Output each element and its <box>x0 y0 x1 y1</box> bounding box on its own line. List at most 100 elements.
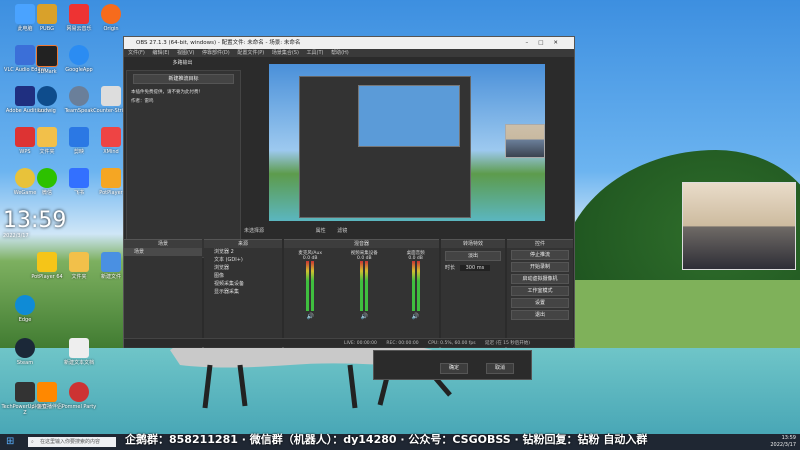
ok-button[interactable]: 确定 <box>440 363 468 374</box>
desktop-icon[interactable]: GoogleApp <box>54 45 104 73</box>
source-item[interactable]: 浏览器 <box>204 264 282 272</box>
scenes-header: 场景 <box>124 240 202 248</box>
transition-duration-row: 时长 300 ms <box>441 264 505 271</box>
cpu-fps: CPU: 0.5%, 60.00 fps <box>428 341 476 346</box>
channel-level: 0.0 dB <box>302 256 318 261</box>
desktop-icon[interactable]: Pommel Party <box>54 382 104 410</box>
stop-streaming-button[interactable]: 停止推流 <box>511 250 569 260</box>
sources-header: 来源 <box>204 240 282 248</box>
transitions-dock: 转场特效 淡出 时长 300 ms <box>441 239 505 348</box>
tray-time[interactable]: 13:59 <box>736 435 796 442</box>
volume-meter <box>365 261 369 311</box>
steam-icon <box>15 338 35 358</box>
source-item[interactable]: 视频采集设备 <box>204 280 282 288</box>
duration-label: 时长 <box>445 265 456 271</box>
volume-meter <box>411 261 415 311</box>
scenes-dock: 场景 场景 + − ∧ ∨ <box>124 239 202 348</box>
volume-meter <box>360 261 364 311</box>
desktop-icon[interactable]: Origin <box>86 4 136 32</box>
menu-edit[interactable]: 编辑(E) <box>152 50 169 56</box>
plugin-note: 本插件免费提供，请不要为此付费！ <box>131 90 203 95</box>
filters-button[interactable]: 滤镜 <box>337 228 347 234</box>
dialog-box: 确定 取消 <box>373 350 532 380</box>
mute-icon[interactable]: 🔊 <box>298 313 322 320</box>
studio-mode-button[interactable]: 工作室模式 <box>511 286 569 296</box>
menu-scene-collection[interactable]: 场景集合(S) <box>272 50 299 56</box>
obs-titlebar[interactable]: OBS 27.1.3 (64-bit, windows) - 配置文件: 未命名… <box>124 37 574 49</box>
controls-header: 控件 <box>507 240 573 248</box>
auto-start-note: 延迟 (在 15 秒后开始) <box>485 341 531 346</box>
mixer-dock: 混音器 麦克风/Aux 0.0 dB 🔊 视频采集设备 0.0 dB 🔊 桌面音… <box>284 239 439 348</box>
desktop-icon[interactable]: Edge <box>0 295 50 323</box>
desktop-clock-widget: 13:59 2022/3/17 <box>3 208 66 239</box>
multi-output-title: 多路输出 <box>172 60 193 66</box>
menu-tools[interactable]: 工具(T) <box>307 50 324 56</box>
volume-meter <box>311 261 315 311</box>
desktop-icon[interactable]: 新建文本文档 <box>54 338 104 366</box>
window-title: OBS 27.1.3 (64-bit, windows) - 配置文件: 未命名… <box>136 40 301 46</box>
menu-profile[interactable]: 配置文件(P) <box>237 50 264 56</box>
cancel-button[interactable]: 取消 <box>486 363 514 374</box>
start-recording-button[interactable]: 开始录制 <box>511 262 569 272</box>
rec-time: REC: 00:00:00 <box>386 341 419 346</box>
csgo-icon <box>101 86 121 106</box>
source-item[interactable]: 显示器采集 <box>204 288 282 296</box>
duration-input[interactable]: 300 ms <box>459 265 491 271</box>
transition-select[interactable]: 淡出 <box>445 251 501 261</box>
maximize-icon[interactable]: □ <box>538 40 553 46</box>
windows-start-icon[interactable]: ⊞ <box>6 436 18 448</box>
properties-button[interactable]: 属性 <box>316 228 326 234</box>
multi-output-dock: 新建推流目标 本插件免费提供，请不要为此付费！ 作者：雷鸣 <box>126 70 241 258</box>
potplayer-icon <box>101 168 121 188</box>
pommel-party-icon <box>69 382 89 402</box>
mixer-channel: 视频采集设备 0.0 dB 🔊 <box>351 250 378 320</box>
minimize-icon[interactable]: – <box>525 40 538 46</box>
channel-level: 0.0 dB <box>357 256 372 261</box>
desktop-icon[interactable]: Steam <box>0 338 50 366</box>
scene-item[interactable]: 场景 <box>124 248 202 256</box>
stream-ticker: 企鹅群：858211281 · 微信群（机器人）：dy14280 · 公众号：C… <box>125 433 648 446</box>
channel-level: 0.0 dB <box>408 256 423 261</box>
menu-file[interactable]: 文件(F) <box>128 50 145 56</box>
source-item[interactable]: 文本 (GDI+) <box>204 256 282 264</box>
tray-date[interactable]: 2022/3/17 <box>736 442 796 449</box>
webcam-overlay <box>682 182 796 270</box>
no-source-selected: 未选择源 <box>244 228 265 234</box>
volume-meter <box>306 261 310 311</box>
obs-window: OBS 27.1.3 (64-bit, windows) - 配置文件: 未命名… <box>123 36 575 348</box>
mute-icon[interactable]: 🔊 <box>351 313 378 320</box>
obs-menubar: 文件(F) 编辑(E) 视图(V) 停靠部件(D) 配置文件(P) 场景集合(S… <box>124 49 574 57</box>
live-time: LIVE: 00:00:00 <box>344 341 377 346</box>
preview-webcam <box>505 124 545 158</box>
new-stream-target-button[interactable]: 新建推流目标 <box>133 74 234 84</box>
mute-icon[interactable]: 🔊 <box>407 313 425 320</box>
menu-view[interactable]: 视图(V) <box>177 50 194 56</box>
start-virtual-camera-button[interactable]: 启动虚拟摄像机 <box>511 274 569 284</box>
close-icon[interactable]: ✕ <box>553 40 568 46</box>
obs-preview[interactable] <box>269 64 545 221</box>
source-item[interactable]: 浏览器 2 <box>204 248 282 256</box>
exit-button[interactable]: 退出 <box>511 310 569 320</box>
preview-nested-scene <box>358 85 460 147</box>
search-placeholder: 在这里输入你要搜索的内容 <box>40 439 101 445</box>
origin-icon <box>101 4 121 24</box>
controls-list: 停止推流 开始录制 启动虚拟摄像机 工作室模式 设置 退出 <box>507 250 573 320</box>
settings-button[interactable]: 设置 <box>511 298 569 308</box>
system-tray: 13:59 2022/3/17 <box>736 435 796 449</box>
taskbar-search[interactable]: ⌕ 在这里输入你要搜索的内容 <box>28 437 116 447</box>
clock-date: 2022/3/17 <box>3 233 29 239</box>
mixer-header: 混音器 <box>284 240 439 248</box>
menu-help[interactable]: 帮助(H) <box>331 50 349 56</box>
app-icon <box>69 45 89 65</box>
source-item[interactable]: 图像 <box>204 272 282 280</box>
transitions-header: 转场特效 <box>441 240 505 248</box>
preview-toolbar: 未选择源 属性 滤镜 <box>244 227 574 236</box>
sources-dock: 来源 浏览器 2 文本 (GDI+) 浏览器 图像 视频采集设备 显示器采集 +… <box>204 239 282 348</box>
file-icon <box>101 252 121 272</box>
menu-docks[interactable]: 停靠部件(D) <box>202 50 230 56</box>
edge-icon <box>15 295 35 315</box>
plugin-author: 作者：雷鸣 <box>131 99 154 104</box>
search-icon: ⌕ <box>31 439 34 445</box>
xmind-icon <box>101 127 121 147</box>
clock-time: 13:59 <box>3 208 67 233</box>
